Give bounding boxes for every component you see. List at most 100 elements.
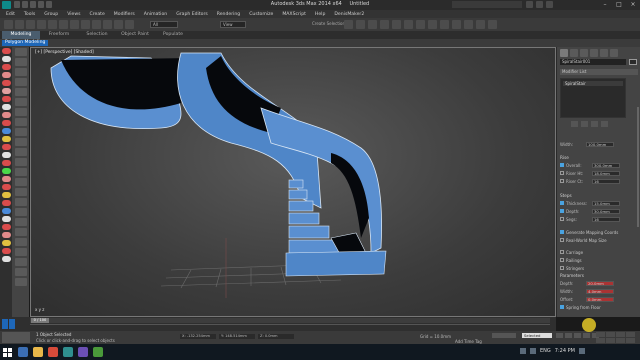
menu-item-denismaker2[interactable]: DenisMaker2 xyxy=(334,12,364,17)
graphite-tool-icon[interactable] xyxy=(1,128,11,134)
graphite-tool-icon[interactable] xyxy=(1,168,11,174)
modeling-tool-icon[interactable] xyxy=(14,208,27,216)
graphite-tool-icon[interactable] xyxy=(1,144,11,150)
key-filter-dropdown[interactable]: Selected xyxy=(522,333,552,338)
mirror-icon[interactable] xyxy=(392,20,401,29)
motion-tab-icon[interactable] xyxy=(590,49,598,57)
modeling-tool-icon[interactable] xyxy=(14,68,27,76)
angle-snap-icon[interactable] xyxy=(356,20,365,29)
z-coordinate-field[interactable]: Z: 0.0mm xyxy=(258,334,294,339)
select-scale-icon[interactable] xyxy=(125,20,134,29)
help-icon[interactable] xyxy=(546,1,553,8)
select-by-name-icon[interactable] xyxy=(70,20,79,29)
x-coordinate-field[interactable]: X: -132.254mm xyxy=(180,334,216,339)
media-app-icon[interactable] xyxy=(78,347,88,357)
modeling-tool-icon[interactable] xyxy=(14,178,27,186)
zoom-extents-all-icon[interactable] xyxy=(626,332,635,337)
menu-item-graph-editors[interactable]: Graph Editors xyxy=(176,12,208,17)
modeling-tool-icon[interactable] xyxy=(14,158,27,166)
graphite-tool-icon[interactable] xyxy=(1,240,11,246)
graphite-tool-icon[interactable] xyxy=(1,256,11,262)
param-offset-spinner[interactable]: 0.0mm xyxy=(586,296,614,302)
step-depth-spinner[interactable]: 30.0mm xyxy=(592,208,620,214)
perspective-viewport[interactable]: [+] [Perspective] [Shaded] x y z xyxy=(30,47,556,317)
graphite-tool-icon[interactable] xyxy=(1,184,11,190)
menu-item-maxscript[interactable]: MAXScript xyxy=(282,12,306,17)
rise-overall-spinner[interactable]: 300.0mm xyxy=(592,162,620,168)
command-panel-scrollbar[interactable] xyxy=(637,107,639,227)
real-world-checkbox[interactable] xyxy=(560,238,564,242)
modeling-tool-icon[interactable] xyxy=(14,108,27,116)
graphite-tool-icon[interactable] xyxy=(1,88,11,94)
binoculars-icon[interactable] xyxy=(526,1,533,8)
maximize-viewport-icon[interactable] xyxy=(626,338,635,343)
menu-item-tools[interactable]: Tools xyxy=(24,12,35,17)
riser-height-checkbox[interactable] xyxy=(560,171,564,175)
browser-icon[interactable] xyxy=(48,347,58,357)
select-rotate-icon[interactable] xyxy=(114,20,123,29)
object-color-swatch[interactable] xyxy=(629,59,637,65)
modeling-tool-icon[interactable] xyxy=(14,238,27,246)
menu-item-help[interactable]: Help xyxy=(315,12,325,17)
snaps-toggle-icon[interactable] xyxy=(344,20,353,29)
layer-manager-icon[interactable] xyxy=(416,20,425,29)
window-crossing-icon[interactable] xyxy=(92,20,101,29)
modeling-tool-icon[interactable] xyxy=(14,148,27,156)
modeling-tool-icon[interactable] xyxy=(14,218,27,226)
menu-item-animation[interactable]: Animation xyxy=(144,12,167,17)
previous-frame-icon[interactable] xyxy=(565,333,572,338)
zoom-icon[interactable] xyxy=(596,332,605,337)
link-icon[interactable] xyxy=(26,20,35,29)
show-end-result-icon[interactable] xyxy=(581,121,588,127)
redo-icon[interactable] xyxy=(15,20,24,29)
riser-count-checkbox[interactable] xyxy=(560,179,564,183)
graphite-tool-icon[interactable] xyxy=(1,80,11,86)
maxscript-listener[interactable] xyxy=(2,332,30,343)
tab-modeling[interactable]: Modeling xyxy=(2,31,40,39)
orbit-icon[interactable] xyxy=(616,338,625,343)
network-icon[interactable] xyxy=(520,348,526,354)
go-to-start-icon[interactable] xyxy=(556,333,563,338)
modeling-tool-icon[interactable] xyxy=(14,118,27,126)
play-icon[interactable] xyxy=(574,333,581,338)
remove-modifier-icon[interactable] xyxy=(601,121,608,127)
modifier-list-dropdown[interactable]: Modifier List xyxy=(560,69,638,75)
graphite-tool-icon[interactable] xyxy=(1,216,11,222)
y-coordinate-field[interactable]: Y: 148.514mm xyxy=(219,334,255,339)
spinner-snap-icon[interactable] xyxy=(380,20,389,29)
step-thickness-spinner[interactable]: 15.0mm xyxy=(592,200,620,206)
menu-item-customize[interactable]: Customize xyxy=(249,12,273,17)
menu-item-create[interactable]: Create xyxy=(90,12,105,17)
step-depth-checkbox[interactable] xyxy=(560,209,564,213)
menu-item-modifiers[interactable]: Modifiers xyxy=(114,12,135,17)
riser-count-spinner[interactable]: 16 xyxy=(592,178,620,184)
percent-snap-icon[interactable] xyxy=(368,20,377,29)
width-spinner[interactable]: 100.0mm xyxy=(586,141,614,147)
display-tab-icon[interactable] xyxy=(600,49,608,57)
modeling-tool-icon[interactable] xyxy=(14,48,27,56)
gen-mapping-checkbox[interactable] xyxy=(560,230,564,234)
spring-checkbox[interactable] xyxy=(560,305,564,309)
search-input[interactable] xyxy=(452,1,522,8)
step-thickness-checkbox[interactable] xyxy=(560,201,564,205)
clock[interactable]: 7:24 PM xyxy=(555,348,575,354)
tab-selection[interactable]: Selection xyxy=(78,31,116,39)
render-setup-icon[interactable] xyxy=(464,20,473,29)
utilities-tab-icon[interactable] xyxy=(610,49,618,57)
menu-item-views[interactable]: Views xyxy=(67,12,80,17)
hierarchy-tab-icon[interactable] xyxy=(580,49,588,57)
selection-filter-dropdown[interactable]: All xyxy=(150,21,178,28)
modeling-tool-icon[interactable] xyxy=(14,128,27,136)
language-indicator[interactable]: ENG xyxy=(540,348,551,354)
param-depth-spinner[interactable]: 20.0mm xyxy=(586,280,614,286)
create-tab-icon[interactable] xyxy=(560,49,568,57)
bind-space-warp-icon[interactable] xyxy=(48,20,57,29)
pin-stack-icon[interactable] xyxy=(571,121,578,127)
mini-listener-icon[interactable] xyxy=(2,319,8,329)
modifier-stack[interactable]: SpiralStair xyxy=(560,78,626,118)
3dsmax-icon[interactable] xyxy=(63,347,73,357)
align-icon[interactable] xyxy=(404,20,413,29)
tab-populate[interactable]: Populate xyxy=(154,31,192,39)
time-slider[interactable]: 0 / 100 xyxy=(30,318,550,323)
graphite-tool-icon[interactable] xyxy=(1,176,11,182)
